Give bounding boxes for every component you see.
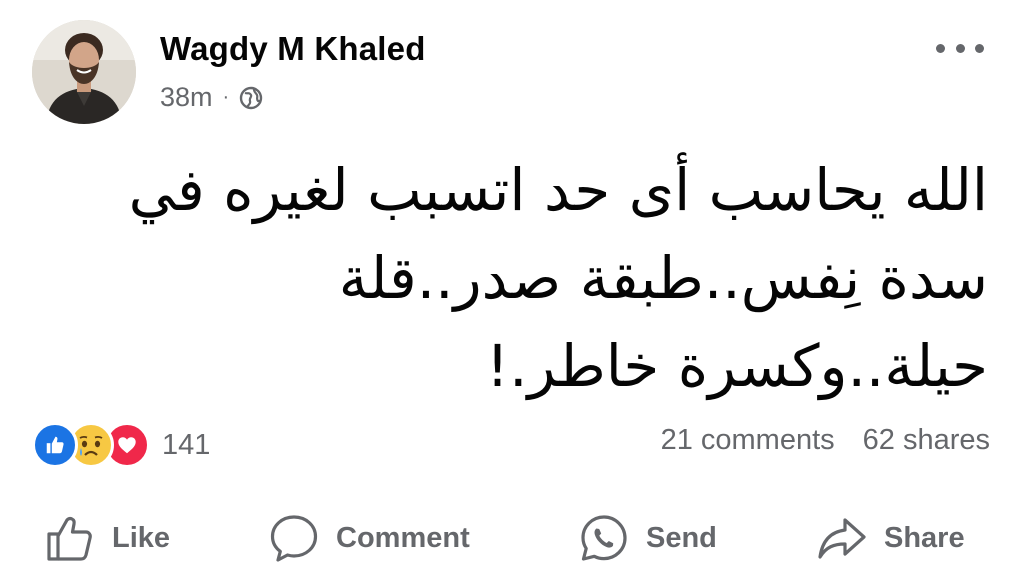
- share-button[interactable]: Share: [816, 506, 965, 570]
- post-text: الله يحاسب أى حد اتسبب لغيره في سدة نِفس…: [128, 156, 988, 400]
- comment-button[interactable]: Comment: [268, 506, 470, 570]
- comment-label: Comment: [336, 521, 470, 554]
- avatar[interactable]: [32, 20, 136, 124]
- comment-bubble-icon: [270, 515, 318, 562]
- globe-icon[interactable]: [239, 86, 263, 110]
- like-button[interactable]: Like: [44, 506, 170, 570]
- meta-separator: ·: [222, 86, 230, 108]
- whatsapp-icon: [581, 515, 627, 561]
- share-label: Share: [884, 521, 965, 554]
- like-label: Like: [112, 521, 171, 554]
- reactions-summary[interactable]: 141: [32, 422, 210, 468]
- send-label: Send: [646, 521, 717, 554]
- author-name[interactable]: Wagdy M Khaled: [160, 30, 426, 68]
- reaction-count: 141: [162, 428, 211, 461]
- send-button[interactable]: Send: [578, 506, 717, 570]
- facebook-post: Wagdy M Khaled 38m · الله يحاسب أى حد ات…: [0, 0, 1024, 580]
- share-arrow-icon: [818, 518, 866, 559]
- avatar-photo: [32, 20, 136, 124]
- like-reaction-icon: [32, 422, 78, 468]
- post-time[interactable]: 38m: [160, 82, 213, 113]
- action-bar: Like Comment Send Share: [0, 506, 1024, 570]
- engagement-stats: 21 comments 62 shares: [661, 424, 990, 457]
- comments-count[interactable]: 21 comments: [661, 424, 835, 457]
- shares-count[interactable]: 62 shares: [863, 424, 990, 457]
- post-meta: 38m ·: [160, 82, 263, 113]
- thumbs-up-icon: [47, 517, 92, 561]
- more-options-icon[interactable]: [936, 36, 984, 60]
